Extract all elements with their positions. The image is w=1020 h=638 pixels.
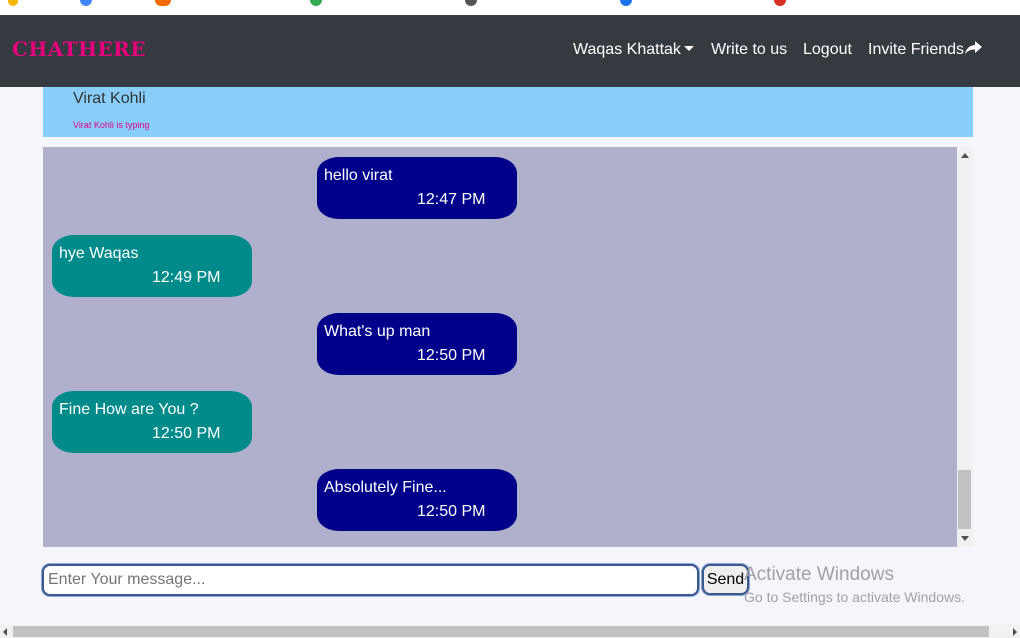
user-menu-dropdown[interactable]: Waqas Khattak bbox=[573, 41, 694, 59]
watermark-title: Activate Windows bbox=[744, 564, 894, 585]
caret-down-icon bbox=[683, 45, 694, 51]
logout-link[interactable]: Logout bbox=[803, 41, 852, 59]
message-time: 12:50 PM bbox=[152, 425, 221, 442]
message-time: 12:49 PM bbox=[152, 269, 221, 286]
brand-logo[interactable]: CHATHERE bbox=[12, 37, 146, 61]
share-icon bbox=[965, 40, 983, 55]
message-text: What's up man bbox=[324, 323, 431, 340]
horizontal-scrollbar[interactable] bbox=[0, 625, 1020, 638]
user-menu-label: Waqas Khattak bbox=[573, 41, 681, 58]
message-time: 12:50 PM bbox=[417, 503, 486, 520]
message-bubble-sent: Absolutely Fine... 12:50 PM bbox=[317, 469, 517, 531]
write-to-us-link[interactable]: Write to us bbox=[711, 41, 787, 59]
send-button[interactable]: Send bbox=[702, 564, 749, 595]
contact-name: Virat Kohli bbox=[73, 90, 146, 107]
bookmark-icon[interactable] bbox=[8, 0, 18, 6]
message-bubble-received: hye Waqas 12:49 PM bbox=[52, 235, 252, 297]
activate-windows-watermark: Activate Windows Go to Settings to activ… bbox=[744, 564, 965, 605]
typing-indicator: Virat Kohli is typing bbox=[73, 120, 150, 130]
invite-friends-link[interactable]: Invite Friends bbox=[868, 40, 983, 59]
message-text: Absolutely Fine... bbox=[324, 479, 447, 496]
message-bubble-received: Fine How are You ? 12:50 PM bbox=[52, 391, 252, 453]
watermark-subtitle: Go to Settings to activate Windows. bbox=[744, 589, 965, 605]
scroll-down-arrow-icon[interactable] bbox=[961, 536, 969, 541]
message-bubble-sent: hello virat 12:47 PM bbox=[317, 157, 517, 219]
message-bubble-sent: What's up man 12:50 PM bbox=[317, 313, 517, 375]
message-text: hello virat bbox=[324, 167, 393, 184]
message-list[interactable]: hello virat 12:47 PM hye Waqas 12:49 PM … bbox=[43, 147, 957, 547]
message-list-scrollbar[interactable] bbox=[957, 147, 973, 547]
message-time: 12:47 PM bbox=[417, 191, 486, 208]
bookmark-icon[interactable] bbox=[465, 0, 477, 6]
message-time: 12:50 PM bbox=[417, 347, 486, 364]
scroll-up-arrow-icon[interactable] bbox=[961, 153, 969, 158]
navbar: CHATHERE Waqas Khattak Write to us Logou… bbox=[0, 15, 1020, 87]
chat-header: Virat Kohli Virat Kohli is typing bbox=[43, 87, 973, 137]
scroll-left-arrow-icon[interactable] bbox=[3, 628, 7, 636]
message-input[interactable] bbox=[42, 564, 699, 596]
message-text: Fine How are You ? bbox=[59, 401, 199, 418]
bookmark-icon[interactable] bbox=[80, 0, 92, 6]
bookmarks-bar bbox=[0, 0, 1020, 15]
bookmark-icon[interactable] bbox=[774, 0, 786, 6]
scrollbar-thumb[interactable] bbox=[958, 470, 971, 529]
invite-friends-label: Invite Friends bbox=[868, 41, 965, 58]
horizontal-scrollbar-thumb[interactable] bbox=[13, 626, 989, 637]
scroll-right-arrow-icon[interactable] bbox=[1013, 628, 1017, 636]
bookmark-icon[interactable] bbox=[155, 0, 171, 6]
bookmark-icon[interactable] bbox=[620, 0, 632, 6]
message-text: hye Waqas bbox=[59, 245, 139, 262]
bookmark-icon[interactable] bbox=[310, 0, 322, 6]
